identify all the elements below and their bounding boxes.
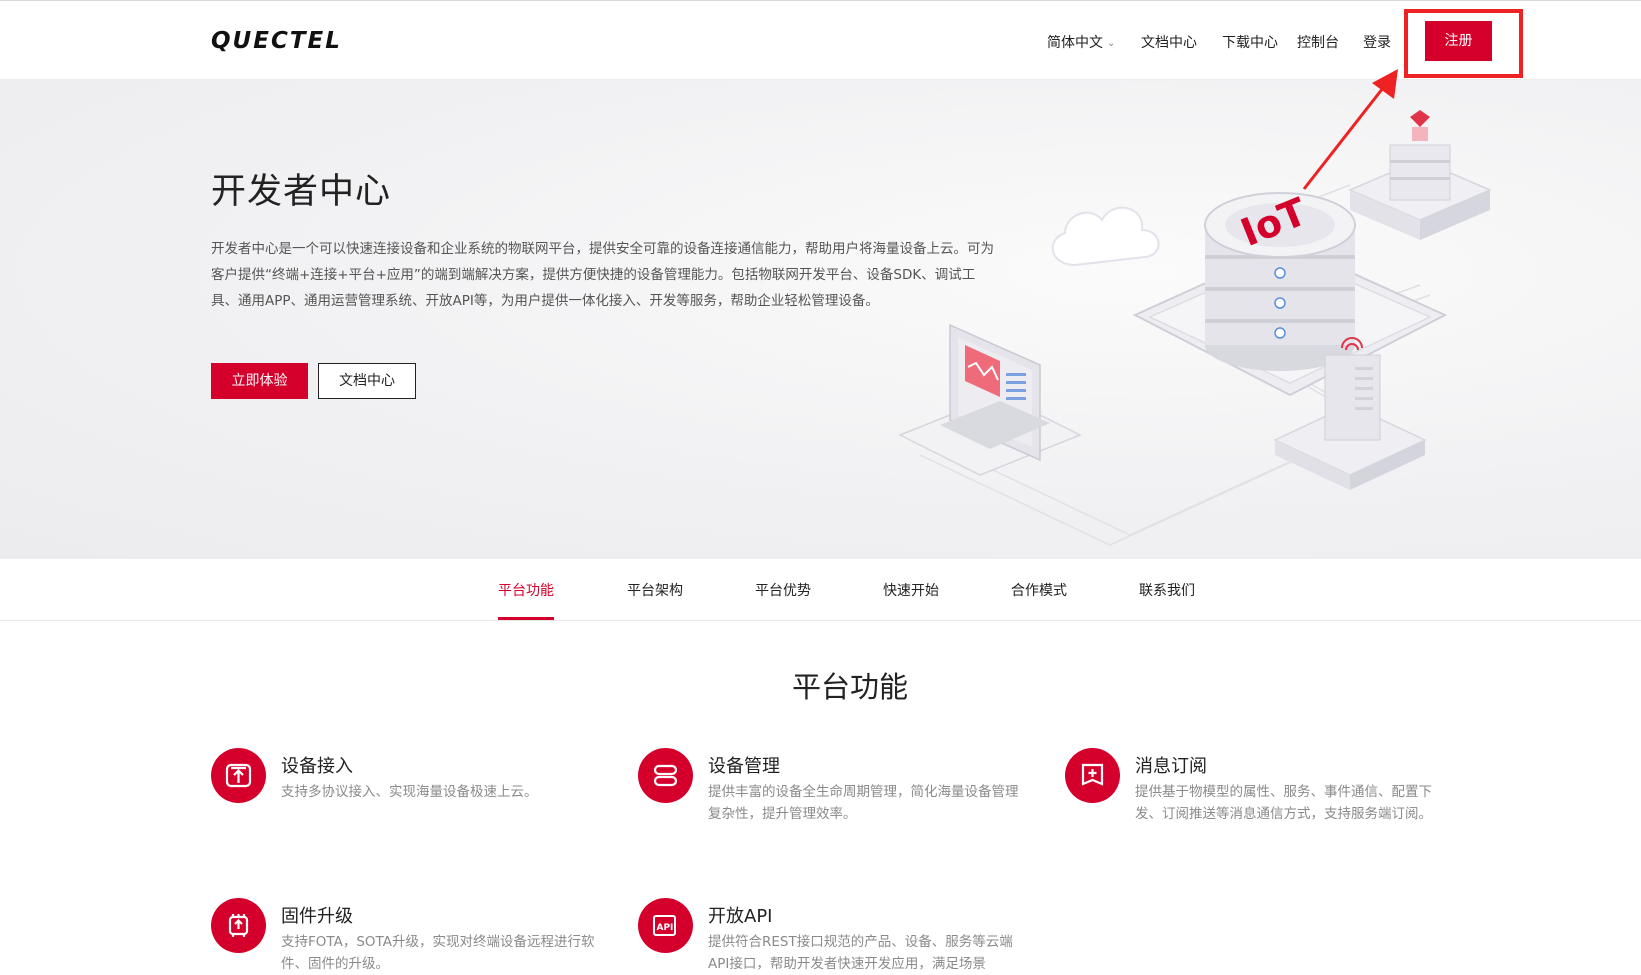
quectel-logo[interactable]: QUECTEL bbox=[211, 25, 381, 55]
message-subscribe-icon bbox=[1065, 748, 1120, 803]
section-tabs: 平台功能 平台架构 平台优势 快速开始 合作模式 联系我们 bbox=[0, 559, 1641, 621]
section-title: 平台功能 bbox=[791, 670, 908, 704]
tab-cooperation-mode[interactable]: 合作模式 bbox=[1011, 580, 1067, 600]
feature-description: 支持FOTA，SOTA升级，实现对终端设备远程进行软件、固件的升级。 bbox=[281, 934, 595, 972]
language-selector[interactable]: 简体中文 ⌄ bbox=[1047, 32, 1115, 52]
feature-description: 提供丰富的设备全生命周期管理，简化海量设备管理复杂性，提升管理效率。 bbox=[708, 784, 1019, 822]
chevron-down-icon: ⌄ bbox=[1107, 38, 1116, 49]
nav-login[interactable]: 登录 bbox=[1363, 32, 1391, 52]
nav-docs-center[interactable]: 文档中心 bbox=[1141, 32, 1197, 52]
database-icon: IoT bbox=[1204, 189, 1356, 371]
feature-title: 设备接入 bbox=[281, 756, 353, 777]
feature-description: 提供符合REST接口规范的产品、设备、服务等云端API接口，帮助开发者快速开发应… bbox=[708, 934, 1013, 972]
try-now-button[interactable]: 立即体验 bbox=[211, 363, 308, 399]
feature-title: 固件升级 bbox=[281, 906, 353, 927]
device-access-icon bbox=[211, 748, 266, 803]
feature-title: 设备管理 bbox=[708, 756, 780, 777]
nav-download-center[interactable]: 下载中心 bbox=[1222, 32, 1278, 52]
device-management-icon bbox=[638, 748, 693, 803]
nav-console[interactable]: 控制台 bbox=[1297, 32, 1339, 52]
active-tab-indicator bbox=[498, 617, 554, 620]
tab-quick-start[interactable]: 快速开始 bbox=[883, 580, 939, 600]
svg-text:API: API bbox=[657, 923, 674, 933]
feature-description: 支持多协议接入、实现海量设备极速上云。 bbox=[281, 784, 538, 800]
tab-platform-advantages[interactable]: 平台优势 bbox=[755, 580, 811, 600]
annotation-arrow bbox=[1302, 69, 1398, 190]
docs-center-button[interactable]: 文档中心 bbox=[318, 363, 416, 399]
firmware-upgrade-icon bbox=[211, 898, 266, 953]
tab-platform-architecture[interactable]: 平台架构 bbox=[627, 580, 683, 600]
svg-text:QUECTEL: QUECTEL bbox=[211, 28, 342, 54]
laptop-icon bbox=[898, 323, 1082, 476]
tab-platform-features[interactable]: 平台功能 bbox=[498, 580, 554, 600]
hero-title: 开发者中心 bbox=[211, 172, 392, 212]
api-icon: API bbox=[638, 898, 693, 953]
feature-title: 开放API bbox=[708, 906, 773, 927]
tab-contact-us[interactable]: 联系我们 bbox=[1139, 580, 1195, 600]
cloud-icon bbox=[1051, 206, 1160, 267]
feature-title: 消息订阅 bbox=[1135, 756, 1207, 777]
highlight-box bbox=[1404, 9, 1523, 78]
feature-description: 提供基于物模型的属性、服务、事件通信、配置下发、订阅推送等消息通信方式，支持服务… bbox=[1135, 784, 1432, 822]
language-label: 简体中文 bbox=[1047, 35, 1103, 51]
